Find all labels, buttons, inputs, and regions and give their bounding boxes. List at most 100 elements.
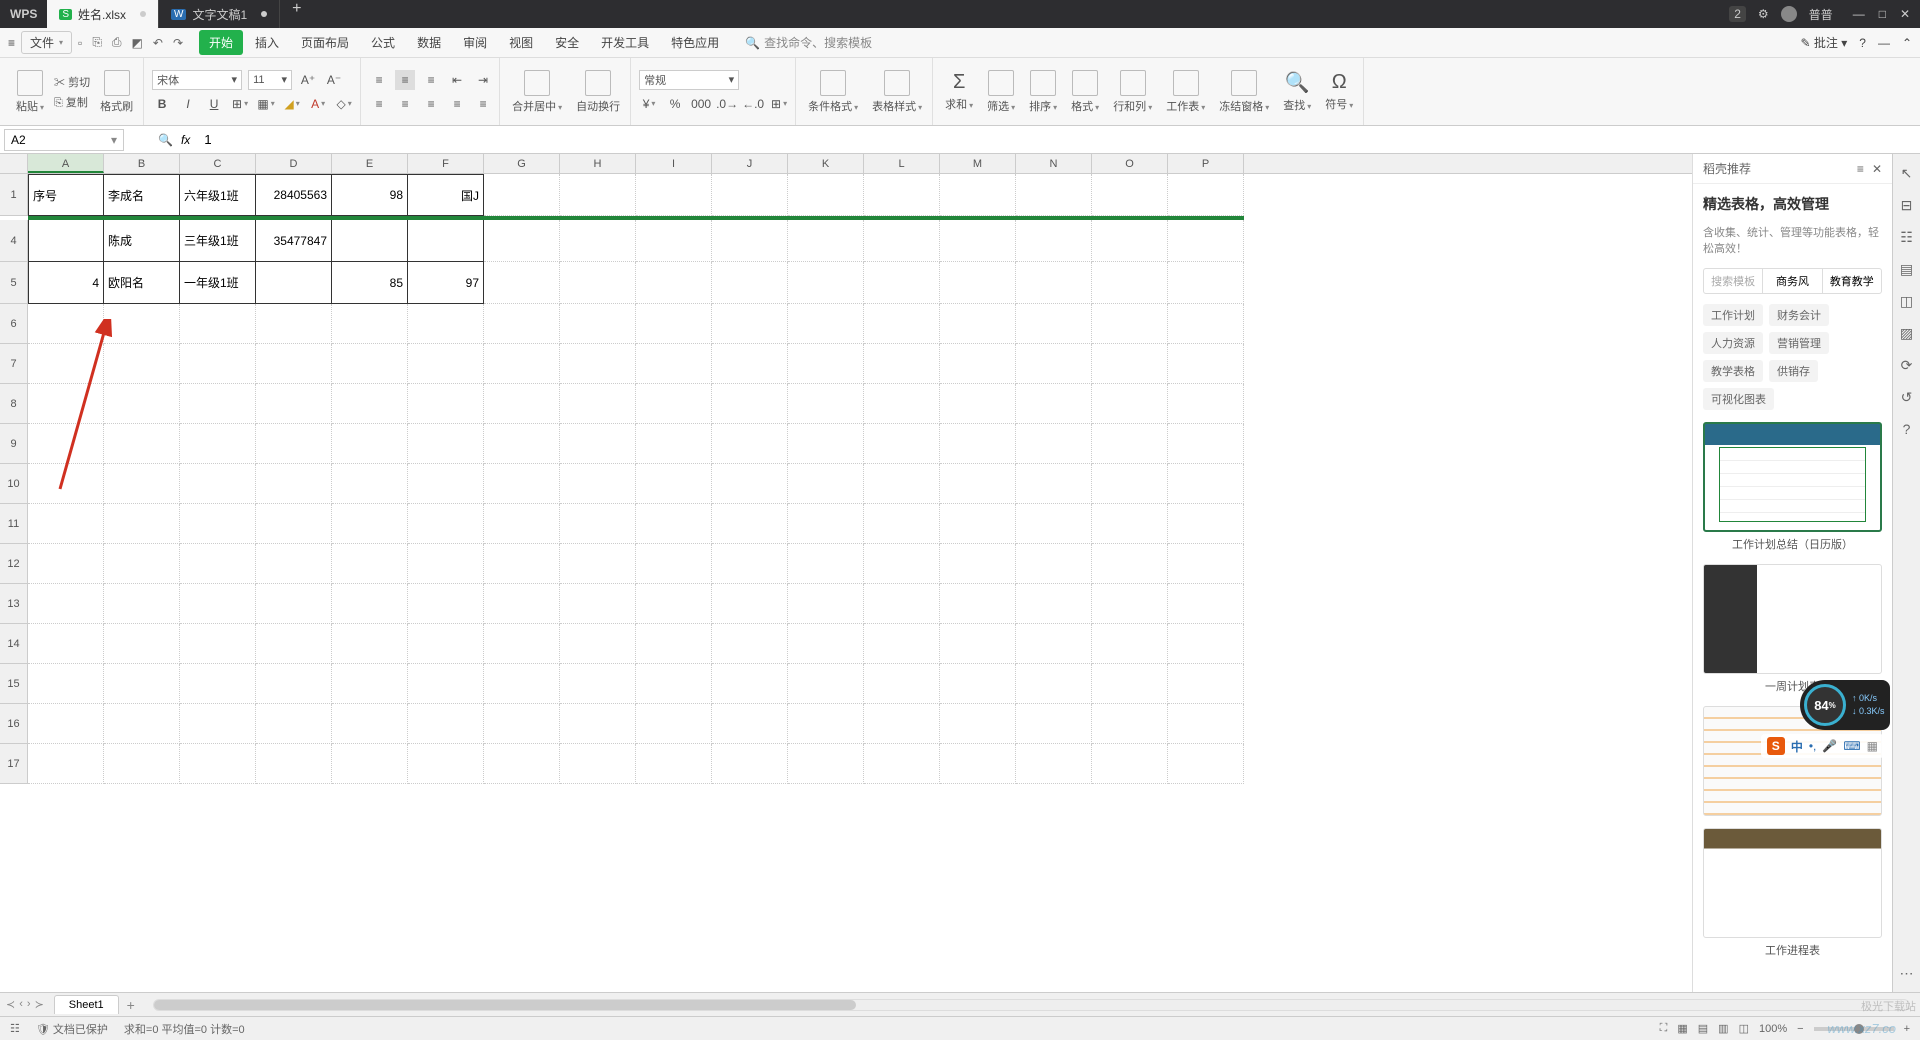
cell-J16[interactable] [712, 704, 788, 744]
template-filter-business[interactable]: 商务风 [1763, 269, 1822, 293]
fill-color-button[interactable]: ◢ [282, 94, 302, 114]
cell-A16[interactable] [28, 704, 104, 744]
cell-H6[interactable] [560, 304, 636, 344]
col-header-G[interactable]: G [484, 154, 560, 173]
cell-P11[interactable] [1168, 504, 1244, 544]
cell-L5[interactable] [864, 262, 940, 304]
row-header-4[interactable]: 4 [0, 220, 28, 262]
cell-M10[interactable] [940, 464, 1016, 504]
cell-E11[interactable] [332, 504, 408, 544]
format-painter-button[interactable]: 格式刷 [96, 68, 137, 116]
ime-menu-icon[interactable]: ▦ [1867, 739, 1878, 753]
cell-H10[interactable] [560, 464, 636, 504]
cell-O9[interactable] [1092, 424, 1168, 464]
cell-B9[interactable] [104, 424, 180, 464]
cell-L12[interactable] [864, 544, 940, 584]
sort-button[interactable]: 排序 [1025, 68, 1061, 116]
cell-L13[interactable] [864, 584, 940, 624]
cell-L14[interactable] [864, 624, 940, 664]
styles-pane-icon[interactable]: ▤ [1898, 260, 1916, 278]
cell-O11[interactable] [1092, 504, 1168, 544]
cell-K7[interactable] [788, 344, 864, 384]
maximize-button[interactable]: □ [1879, 7, 1886, 21]
cell-G1[interactable] [484, 174, 560, 216]
decrease-font-button[interactable]: A⁻ [324, 70, 344, 90]
tpl-cat-finance[interactable]: 财务会计 [1769, 304, 1829, 326]
cell-I10[interactable] [636, 464, 712, 504]
cell-D8[interactable] [256, 384, 332, 424]
cell-D10[interactable] [256, 464, 332, 504]
align-left-button[interactable]: ≡ [369, 94, 389, 114]
spreadsheet-grid[interactable]: A B C D E F G H I J K L M N O P 1 序号 李成名… [0, 154, 1692, 992]
cell-P1[interactable] [1168, 174, 1244, 216]
zoom-slider[interactable] [1814, 1027, 1894, 1031]
cell-O10[interactable] [1092, 464, 1168, 504]
ribbon-tab-pagelayout[interactable]: 页面布局 [291, 30, 359, 55]
cell-O4[interactable] [1092, 220, 1168, 262]
col-header-E[interactable]: E [332, 154, 408, 173]
cell-B8[interactable] [104, 384, 180, 424]
cell-F12[interactable] [408, 544, 484, 584]
col-header-K[interactable]: K [788, 154, 864, 173]
cell-B10[interactable] [104, 464, 180, 504]
ribbon-tab-formula[interactable]: 公式 [361, 30, 405, 55]
cell-M4[interactable] [940, 220, 1016, 262]
cell-I1[interactable] [636, 174, 712, 216]
cell-O15[interactable] [1092, 664, 1168, 704]
align-top-button[interactable]: ≡ [369, 70, 389, 90]
row-header-7[interactable]: 7 [0, 344, 28, 384]
ime-toolbar[interactable]: S 中 •, 🎤 ⌨ ▦ [1761, 734, 1884, 758]
print-icon[interactable]: ⎙ [112, 35, 122, 50]
cell-L9[interactable] [864, 424, 940, 464]
ribbon-tab-view[interactable]: 视图 [499, 30, 543, 55]
cut-button[interactable]: ✂ 剪切 [54, 74, 90, 90]
cell-J4[interactable] [712, 220, 788, 262]
add-sheet-button[interactable]: + [119, 997, 143, 1013]
template-filter-education[interactable]: 教育教学 [1823, 269, 1881, 293]
select-all-corner[interactable] [0, 154, 28, 174]
cell-J1[interactable] [712, 174, 788, 216]
zoom-formula-icon[interactable]: 🔍 [158, 133, 173, 147]
col-header-N[interactable]: N [1016, 154, 1092, 173]
redo-icon[interactable]: ↷ [173, 36, 183, 50]
ime-punct-icon[interactable]: •, [1809, 739, 1817, 753]
col-header-C[interactable]: C [180, 154, 256, 173]
cell-L7[interactable] [864, 344, 940, 384]
cell-O6[interactable] [1092, 304, 1168, 344]
filter-button[interactable]: 筛选 [983, 68, 1019, 116]
cell-K15[interactable] [788, 664, 864, 704]
save-as-icon[interactable]: ⎘ [92, 35, 102, 50]
analysis-icon[interactable]: ☷ [1898, 228, 1916, 246]
more-icon[interactable]: ⋯ [1898, 964, 1916, 982]
cell-N11[interactable] [1016, 504, 1092, 544]
cell-E6[interactable] [332, 304, 408, 344]
cell-G5[interactable] [484, 262, 560, 304]
cell-I16[interactable] [636, 704, 712, 744]
cell-F11[interactable] [408, 504, 484, 544]
freeze-button[interactable]: 冻结窗格 [1215, 68, 1273, 116]
cell-C10[interactable] [180, 464, 256, 504]
fullscreen-icon[interactable]: ⛶ [1660, 1022, 1668, 1035]
select-tool-icon[interactable]: ↖ [1898, 164, 1916, 182]
cell-H8[interactable] [560, 384, 636, 424]
orientation-button[interactable]: ≡ [473, 94, 493, 114]
cell-J9[interactable] [712, 424, 788, 464]
cell-M13[interactable] [940, 584, 1016, 624]
comma-button[interactable]: 000 [691, 94, 711, 114]
cell-J14[interactable] [712, 624, 788, 664]
cell-B14[interactable] [104, 624, 180, 664]
cell-K4[interactable] [788, 220, 864, 262]
panel-close-icon[interactable]: ✕ [1872, 162, 1882, 176]
cell-B17[interactable] [104, 744, 180, 784]
col-header-I[interactable]: I [636, 154, 712, 173]
cell-H11[interactable] [560, 504, 636, 544]
panel-menu-icon[interactable]: ≡ [1857, 162, 1864, 176]
cell-G16[interactable] [484, 704, 560, 744]
cell-I11[interactable] [636, 504, 712, 544]
cell-E7[interactable] [332, 344, 408, 384]
cell-H13[interactable] [560, 584, 636, 624]
cell-A7[interactable] [28, 344, 104, 384]
cell-A17[interactable] [28, 744, 104, 784]
command-search[interactable]: 🔍 查找命令、搜索模板 [745, 34, 872, 51]
zoom-in-button[interactable]: + [1904, 1023, 1910, 1035]
